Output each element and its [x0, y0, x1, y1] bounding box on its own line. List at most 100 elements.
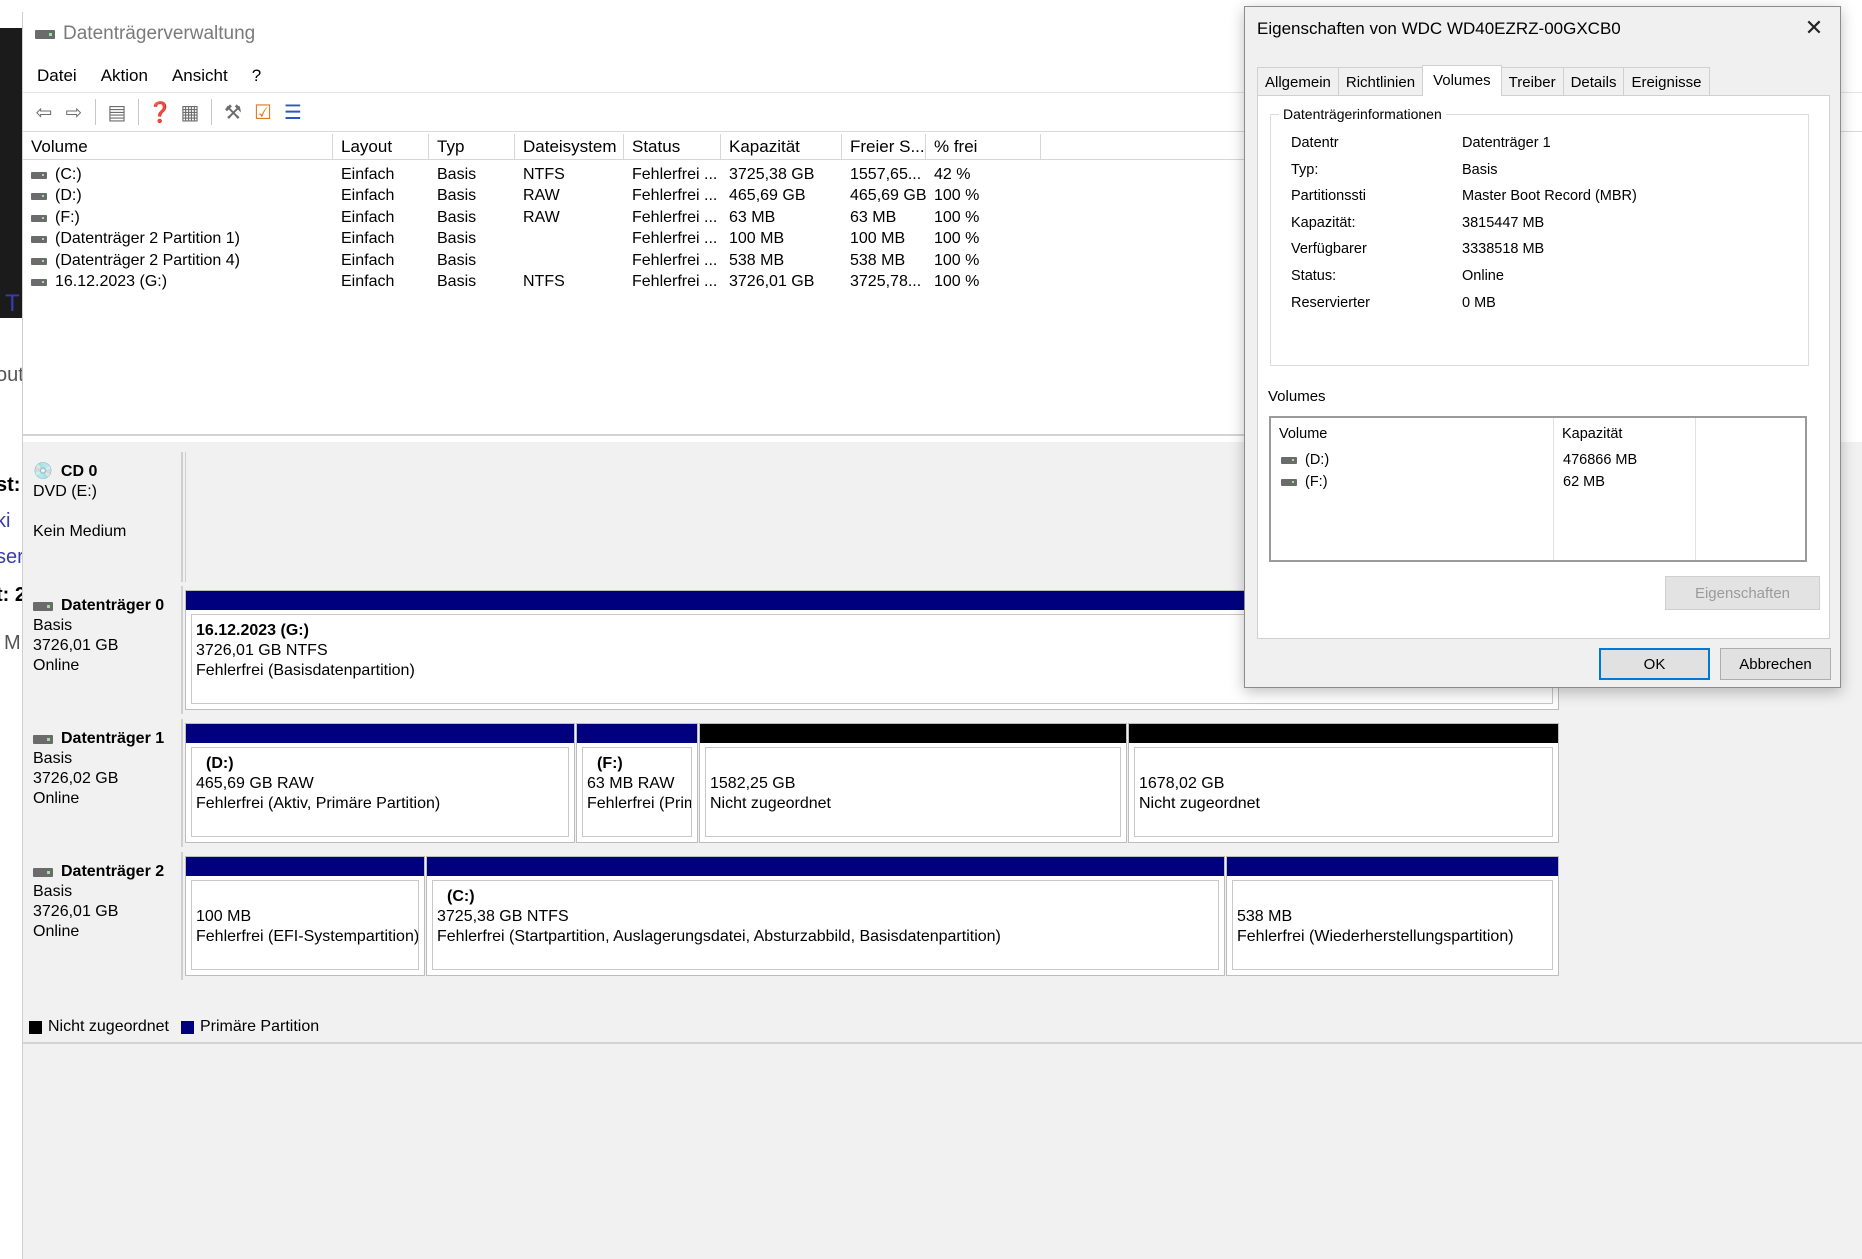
properties-button[interactable]: Eigenschaften — [1665, 576, 1820, 610]
close-icon[interactable]: ✕ — [1802, 17, 1826, 41]
volume-row[interactable]: (D:) Einfach Basis RAW Fehlerfrei ... 465,69 … — [23, 186, 1258, 207]
cell-text: 465,69 GB — [729, 187, 806, 204]
menu-datei[interactable]: Datei — [37, 66, 77, 86]
volume-row[interactable]: 16.12.2023 (G:) Einfach Basis NTFS Fehlerfre… — [23, 272, 1258, 293]
background-text: t: 2 — [0, 584, 22, 606]
column-status[interactable]: Status — [624, 134, 721, 160]
back-arrow-icon[interactable]: ⇦ — [29, 97, 59, 127]
ok-button[interactable]: OK — [1599, 648, 1710, 680]
partition-d[interactable]: (D:) 465,69 GB RAW Fehlerfrei (Aktiv, Pr… — [185, 723, 575, 843]
volume-cell-volume: (D:) — [23, 186, 333, 207]
check-icon[interactable]: ☑ — [248, 97, 278, 127]
partition-name: (C:) — [447, 888, 475, 905]
cell-text: Einfach — [341, 273, 395, 290]
tab-volumes[interactable]: Volumes — [1422, 65, 1502, 96]
volume-icon — [31, 255, 47, 267]
disk-label-2[interactable]: Datenträger 2 Basis 3726,01 GB Online — [23, 852, 183, 980]
cell-text: Fehlerfrei ... — [632, 230, 718, 247]
legend: Nicht zugeordnet Primäre Partition — [29, 1018, 319, 1036]
info-key: Reservierter — [1291, 295, 1370, 311]
volume-cell-dateisystem — [515, 250, 624, 271]
menu-help[interactable]: ? — [252, 66, 261, 86]
column-volume[interactable]: Volume — [23, 134, 333, 160]
volume-name: (F:) — [1305, 474, 1328, 490]
cell-text: 538 MB — [850, 251, 906, 269]
disk-size: 3726,01 GB — [33, 637, 119, 654]
view-icon[interactable]: ▦ — [175, 97, 205, 127]
volume-row[interactable]: (C:) Einfach Basis NTFS Fehlerfrei ... 3725,3… — [23, 164, 1258, 185]
volume-cell-layout: Einfach — [333, 186, 429, 207]
cell-text: (D:) — [55, 187, 82, 204]
cell-text: 538 MB — [729, 251, 785, 269]
volume-cell-%-frei: 100 % — [926, 272, 1041, 293]
disk-status: Online — [33, 657, 80, 674]
column-freier-speicher[interactable]: Freier S... — [842, 134, 926, 160]
info-value: 3338518 MB — [1462, 241, 1545, 257]
disk-label-1[interactable]: Datenträger 1 Basis 3726,02 GB Online — [23, 719, 183, 847]
cell-text: Basis — [437, 187, 477, 204]
cell-text: RAW — [523, 187, 560, 204]
volume-row[interactable]: (F:) 62 MB — [1281, 474, 1801, 490]
partition-c[interactable]: (C:) 3725,38 GB NTFS Fehlerfrei (Startpa… — [426, 856, 1225, 976]
unallocated-space-2[interactable]: 1678,02 GB Nicht zugeordnet — [1128, 723, 1559, 843]
tab-details[interactable]: Details — [1562, 67, 1625, 95]
partition-bar — [427, 857, 1224, 876]
volume-row[interactable]: (Datenträger 2 Partition 4) Einfach Basis F… — [23, 250, 1258, 271]
volume-row[interactable]: (F:) Einfach Basis RAW Fehlerfrei ... 63 MB 63… — [23, 207, 1258, 228]
tab-panel-volumes: Datenträgerinformationen Datentr Datenträ… — [1257, 95, 1830, 639]
partition-name — [1139, 754, 1552, 774]
volumes-column-volume[interactable]: Volume — [1279, 426, 1327, 442]
volume-cell-dateisystem: RAW — [515, 186, 624, 207]
disk-label-0[interactable]: Datenträger 0 Basis 3726,01 GB Online — [23, 586, 183, 714]
info-row: Typ: Basis — [1291, 162, 1497, 178]
disk-drive: DVD (E:) — [33, 483, 97, 500]
disk-icon — [1281, 454, 1297, 466]
disk-icon — [33, 732, 53, 746]
disk-media-status: Kein Medium — [33, 523, 127, 540]
volume-cell-layout: Einfach — [333, 207, 429, 228]
background-text: ki — [0, 510, 11, 532]
tab-treiber[interactable]: Treiber — [1500, 67, 1564, 95]
cd-icon: 💿 — [33, 463, 53, 480]
column-typ[interactable]: Typ — [429, 134, 515, 160]
connect-icon[interactable]: ⚒ — [218, 97, 248, 127]
volume-icon — [31, 233, 47, 245]
menu-ansicht[interactable]: Ansicht — [172, 66, 228, 86]
volume-list-header: Volume Layout Typ Dateisystem Status Kap… — [23, 134, 1258, 160]
help-icon[interactable]: ❓ — [145, 97, 175, 127]
partition-size: 538 MB — [1237, 908, 1293, 925]
volume-cell-freier-s-: 100 MB — [842, 229, 926, 250]
cell-text: (F:) — [55, 208, 80, 226]
disk-name: CD 0 — [60, 463, 98, 480]
tab-richtlinien[interactable]: Richtlinien — [1337, 67, 1424, 95]
column-prozent-frei[interactable]: % frei — [926, 134, 1041, 160]
column-dateisystem[interactable]: Dateisystem — [515, 134, 624, 160]
partition-bar — [577, 724, 697, 743]
disk-label-cd0[interactable]: 💿 CD 0 DVD (E:) Kein Medium — [23, 452, 183, 582]
partition-status: Fehlerfrei (Startpartition, Auslagerungs… — [437, 928, 1001, 945]
partition-efi[interactable]: 100 MB Fehlerfrei (EFI-Systempartition) — [185, 856, 425, 976]
column-layout[interactable]: Layout — [333, 134, 429, 160]
volumes-column-kapazitaet[interactable]: Kapazität — [1562, 426, 1622, 442]
properties-list-icon[interactable]: ☰ — [278, 97, 308, 127]
info-value: Master Boot Record (MBR) — [1462, 188, 1637, 204]
info-key: Partitionssti — [1291, 188, 1366, 204]
partition-bar — [1227, 857, 1558, 876]
column-kapazitaet[interactable]: Kapazität — [721, 134, 842, 160]
cancel-button[interactable]: Abbrechen — [1720, 648, 1831, 680]
volume-cell-status: Fehlerfrei ... — [624, 207, 721, 228]
forward-arrow-icon[interactable]: ⇨ — [59, 97, 89, 127]
partition-bar — [186, 857, 424, 876]
menu-aktion[interactable]: Aktion — [101, 66, 148, 86]
unallocated-space-1[interactable]: 1582,25 GB Nicht zugeordnet — [699, 723, 1127, 843]
partition-f[interactable]: (F:) 63 MB RAW Fehlerfrei (Prim — [576, 723, 698, 843]
console-tree-icon[interactable]: ▤ — [102, 97, 132, 127]
info-key: Verfügbarer — [1291, 241, 1367, 257]
partition-recovery[interactable]: 538 MB Fehlerfrei (Wiederherstellungspar… — [1226, 856, 1559, 976]
volume-cell-kapazität: 465,69 GB — [721, 186, 842, 207]
volume-row[interactable]: (Datenträger 2 Partition 1) Einfach Basis F… — [23, 229, 1258, 250]
tab-ereignisse[interactable]: Ereignisse — [1623, 67, 1710, 95]
volume-cell-kapazität: 3726,01 GB — [721, 272, 842, 293]
tab-allgemein[interactable]: Allgemein — [1257, 67, 1339, 95]
volume-row[interactable]: (D:) 476866 MB — [1281, 452, 1801, 468]
